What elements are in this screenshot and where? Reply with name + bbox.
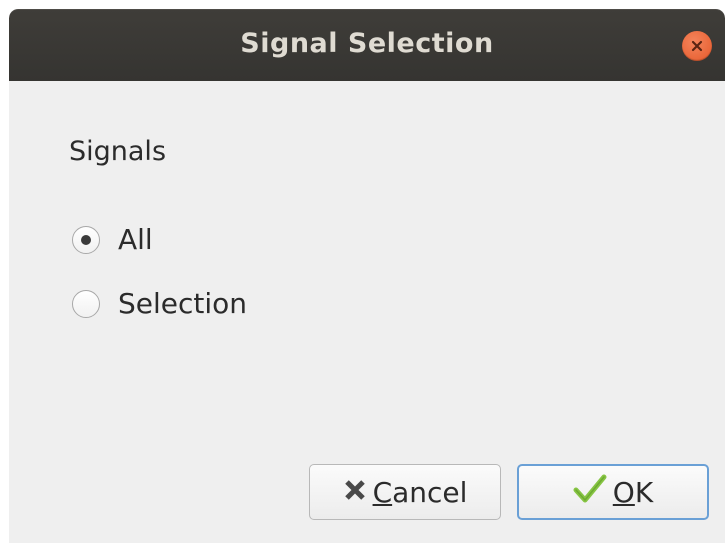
radio-selection-indicator[interactable] xyxy=(72,290,100,318)
cancel-label: Cancel xyxy=(372,475,468,509)
radio-all-indicator[interactable] xyxy=(72,226,100,254)
checkmark-icon xyxy=(573,474,607,511)
cancel-button[interactable]: Cancel xyxy=(309,464,501,520)
signals-group-label: Signals xyxy=(69,136,167,167)
close-icon xyxy=(691,40,703,52)
ok-button[interactable]: OK xyxy=(517,464,709,520)
radio-all-label[interactable]: All xyxy=(118,222,153,258)
radio-selection[interactable]: Selection xyxy=(72,284,247,324)
x-icon xyxy=(343,476,367,509)
dialog-window: Signal Selection Signals All Selection C… xyxy=(9,9,725,543)
ok-label: OK xyxy=(612,475,654,509)
title-bar[interactable]: Signal Selection xyxy=(9,9,725,81)
radio-selected-dot xyxy=(81,235,91,245)
window-title: Signal Selection xyxy=(240,28,494,59)
close-button[interactable] xyxy=(682,31,712,61)
radio-all[interactable]: All xyxy=(72,220,153,260)
radio-selection-label[interactable]: Selection xyxy=(118,286,247,322)
